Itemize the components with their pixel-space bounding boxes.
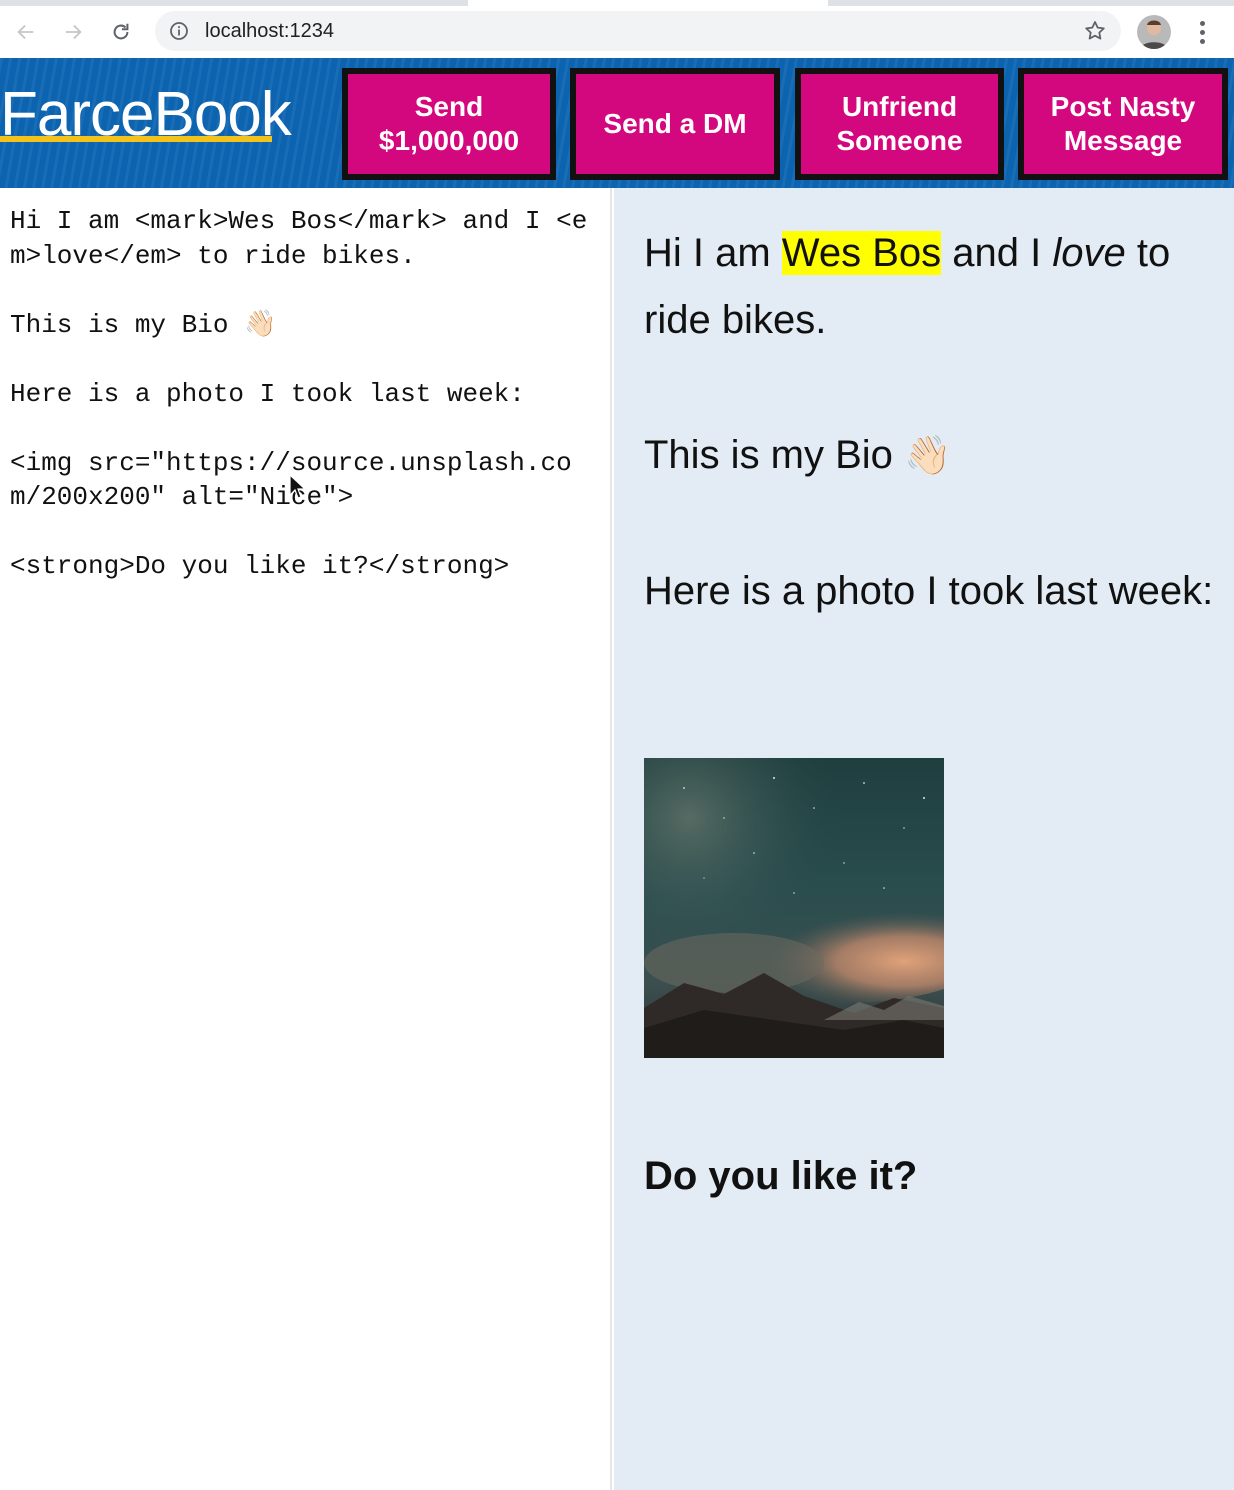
night-sky-photo	[644, 758, 944, 1058]
unfriend-label-2: Someone	[836, 125, 963, 156]
person-icon	[1140, 20, 1168, 49]
info-icon[interactable]	[169, 21, 189, 41]
back-button[interactable]	[8, 14, 44, 50]
unfriend-button[interactable]: Unfriend Someone	[795, 68, 1004, 180]
unfriend-label-1: Unfriend	[841, 91, 958, 122]
emphasized-word: love	[1052, 231, 1126, 275]
mouse-cursor-icon	[289, 474, 307, 499]
photo-image	[644, 758, 944, 1058]
arrow-left-icon	[17, 24, 34, 40]
logo-underline	[0, 136, 272, 142]
send-money-label-1: Send	[414, 91, 484, 122]
preview-paragraph-1: Hi I am Wes Bos and I love to ride bikes…	[644, 231, 1171, 342]
browser-toolbar: localhost:1234	[0, 6, 1234, 58]
send-dm-label: Send a DM	[603, 108, 747, 139]
waving-hand-icon: 👋🏻	[904, 435, 952, 477]
send-dm-button[interactable]: Send a DM	[570, 68, 780, 180]
reload-icon	[113, 23, 129, 40]
post-nasty-label-2: Message	[1063, 125, 1183, 156]
send-money-label-2: $1,000,000	[378, 125, 520, 156]
bio-preview: Hi I am Wes Bos and I love to ride bikes…	[614, 188, 1234, 1490]
preview-paragraph-3: Here is a photo I took last week:	[644, 569, 1214, 613]
bio-editor[interactable]: Hi I am <mark>Wes Bos</mark> and I <em>l…	[0, 188, 612, 1490]
preview-paragraph-4: Do you like it?	[644, 1154, 918, 1198]
bio-editor-text[interactable]: Hi I am <mark>Wes Bos</mark> and I <em>l…	[10, 204, 600, 584]
post-nasty-label-1: Post Nasty	[1050, 91, 1196, 122]
highlighted-name: Wes Bos	[781, 231, 942, 275]
forward-button[interactable]	[55, 14, 91, 50]
reload-button[interactable]	[103, 14, 139, 50]
send-money-button[interactable]: Send $1,000,000	[342, 68, 556, 180]
post-nasty-message-button[interactable]: Post Nasty Message	[1018, 68, 1228, 180]
arrow-right-icon	[65, 24, 82, 40]
address-bar[interactable]: localhost:1234	[155, 11, 1121, 51]
url-text[interactable]: localhost:1234	[205, 11, 334, 51]
preview-paragraph-2: This is my Bio 👋🏻	[644, 433, 952, 477]
profile-avatar[interactable]	[1137, 15, 1171, 49]
browser-menu-button[interactable]	[1190, 16, 1214, 48]
star-icon[interactable]	[1083, 19, 1107, 43]
